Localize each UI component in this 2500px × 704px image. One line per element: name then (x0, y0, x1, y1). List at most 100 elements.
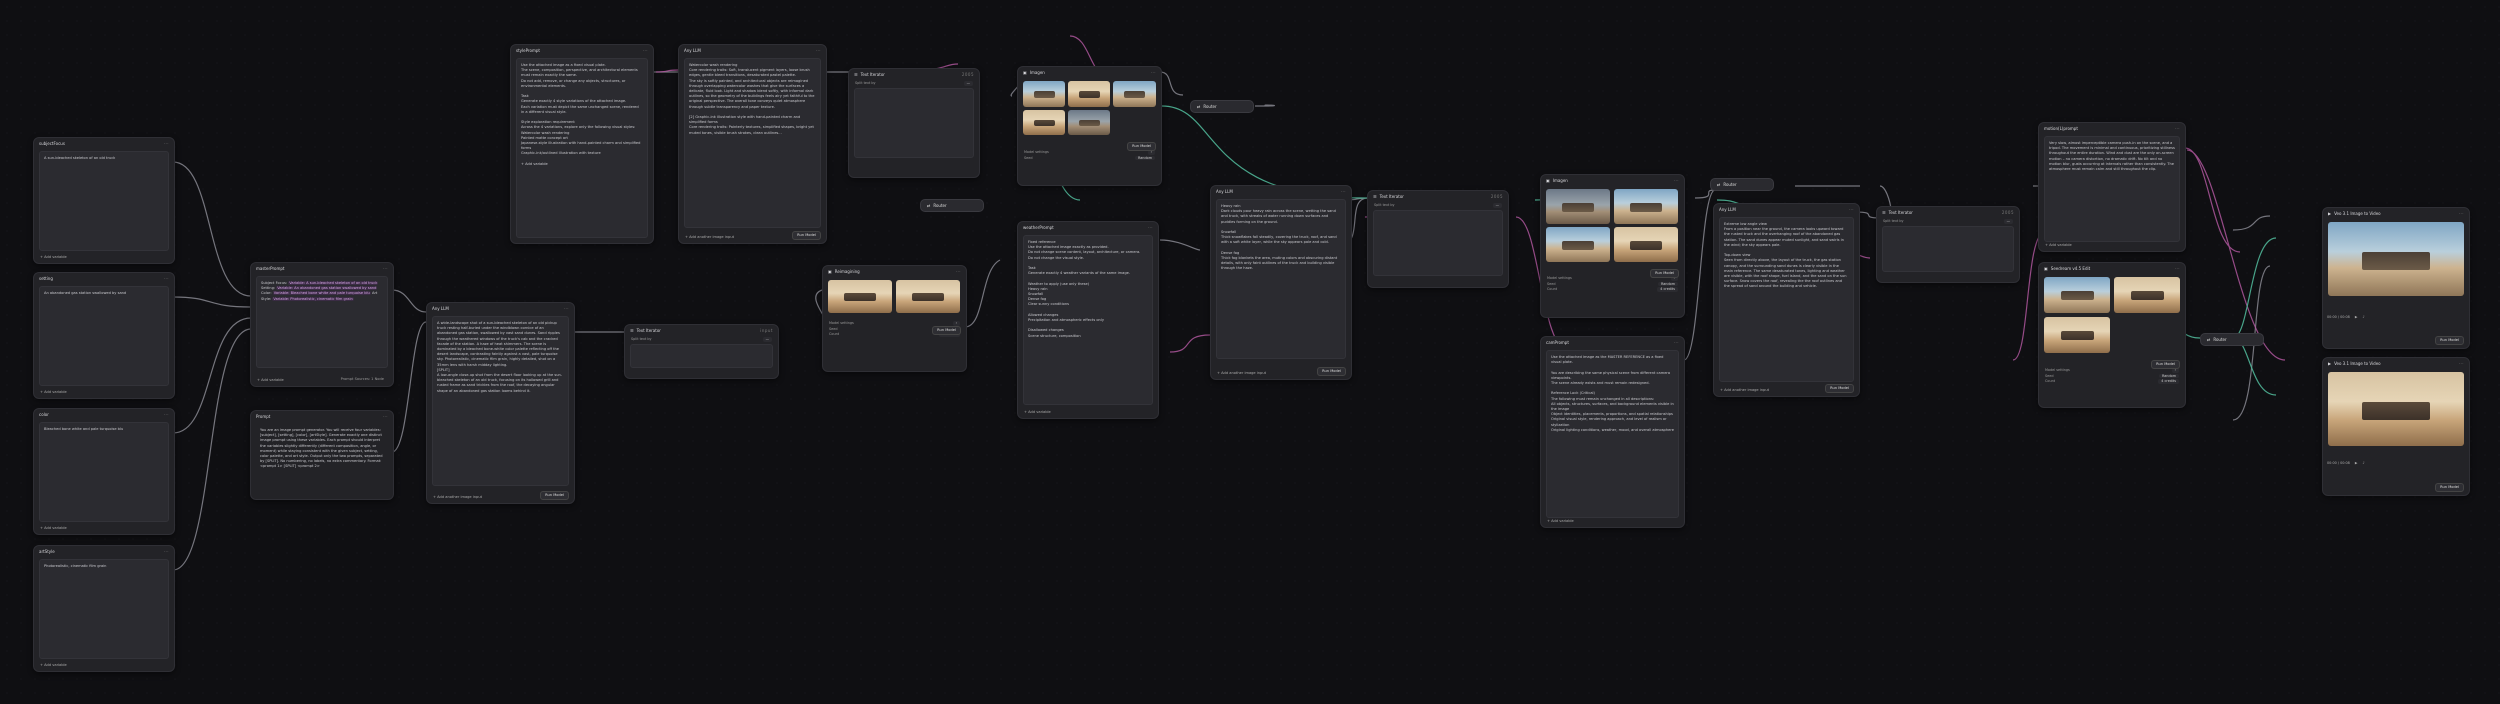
add-image-input-button[interactable]: + Add another image input (1720, 388, 1769, 393)
split-value[interactable]: — (762, 337, 772, 342)
color-text[interactable]: Bleached bone white and pale turquoise b… (39, 422, 169, 522)
add-image-input-button[interactable]: + Add another image input (1217, 371, 1266, 376)
llm-node-3[interactable]: Any LLM ··· Heavy rain Dark clouds pour h… (1210, 185, 1352, 380)
add-variable-button[interactable]: + Add variable (257, 378, 284, 383)
text-iterator-node-2[interactable]: ☰ Text Iterator 2005 Split text by — (848, 68, 980, 178)
add-variable-button[interactable]: + Add variable (2045, 243, 2072, 248)
motion-prompt-text[interactable]: Very slow, almost imperceptible camera p… (2044, 136, 2180, 242)
video-preview[interactable] (2328, 222, 2464, 296)
add-variable-button[interactable]: + Add variable (40, 390, 67, 395)
llm-node-4[interactable]: Any LLM ··· Extreme low angle view From a… (1713, 203, 1860, 397)
subject-focus-text[interactable]: A sun-bleached skeleton of an old truck (39, 151, 169, 251)
more-icon[interactable]: ··· (2175, 266, 2180, 271)
subject-focus-node[interactable]: subjectFocus ··· A sun-bleached skeleton … (33, 137, 175, 264)
text-iterator-node-4[interactable]: ☰ Text Iterator 2005 Split text by — (1876, 206, 2020, 283)
style-prompt-node[interactable]: stylePrompt ··· Use the attached image as… (510, 44, 654, 244)
color-node[interactable]: color ··· Bleached bone white and pale tu… (33, 408, 175, 535)
more-icon[interactable]: ··· (1148, 225, 1153, 230)
more-icon[interactable]: ··· (2175, 126, 2180, 131)
llm-node-2[interactable]: Any LLM ··· Watercolor wash rendering Cor… (678, 44, 827, 244)
imagen-node-1[interactable]: ▣ Imagen ··· Model settings › Seed Random Ru… (1017, 66, 1162, 186)
output-image-2[interactable] (1614, 189, 1678, 224)
router-node-1[interactable]: ⇄ Router (920, 199, 984, 212)
output-image-1[interactable] (1023, 81, 1065, 107)
add-variable-button[interactable]: + Add variable (40, 663, 67, 668)
video-node-2[interactable]: ▶ Veo 3.1 Image to Video ··· 00:00 / 00:08… (2322, 357, 2470, 496)
run-model-button[interactable]: Run Model (932, 326, 961, 335)
split-value[interactable]: — (1492, 203, 1502, 208)
router-node-2[interactable]: ⇄ Router (1190, 100, 1254, 113)
output-image-3[interactable] (1546, 227, 1610, 262)
imagen-node-2[interactable]: ▣ Imagen ··· Model settings › Seed Random Co… (1540, 174, 1685, 318)
more-icon[interactable]: ··· (1674, 178, 1679, 183)
add-variable-button[interactable]: + Add variable (1024, 410, 1051, 415)
seed-value[interactable]: Random (1134, 155, 1155, 161)
output-image-1[interactable] (2044, 277, 2110, 313)
master-prompt-text[interactable]: Subject Focus: Variable: A sun-bleached … (256, 276, 388, 368)
more-icon[interactable]: ··· (383, 266, 388, 271)
prompt-node[interactable]: Prompt ··· You are an image prompt genera… (250, 410, 394, 500)
seed-value[interactable]: Random (2158, 373, 2179, 379)
output-image-1[interactable] (828, 280, 892, 313)
art-style-node[interactable]: artStyle ··· Photorealistic, cinematic fi… (33, 545, 175, 672)
cam-prompt-node[interactable]: camPrompt ··· Use the attached image as t… (1540, 336, 1685, 528)
output-image-2[interactable] (1068, 81, 1110, 107)
more-icon[interactable]: ··· (956, 269, 961, 274)
output-image-3[interactable] (1113, 81, 1156, 107)
text-iterator-node-3[interactable]: ☰ Text Iterator 2005 Split text by — (1367, 190, 1509, 288)
more-icon[interactable]: ··· (564, 306, 569, 311)
weather-prompt-node[interactable]: weatherPrompt ··· Fixed reference Use the… (1017, 221, 1159, 419)
add-image-input-button[interactable]: + Add another image input (685, 235, 734, 240)
video-player-controls[interactable]: 00:00 / 00:08 ▶ ♪ (2327, 315, 2465, 320)
router-node-3[interactable]: ⇄ Router (1710, 178, 1774, 191)
more-icon[interactable]: ··· (1674, 340, 1679, 345)
more-icon[interactable]: ··· (164, 276, 169, 281)
split-value[interactable]: — (2003, 219, 2013, 224)
run-model-button[interactable]: Run Model (1650, 269, 1679, 278)
reimagining-node[interactable]: ▣Reimagining··· Model settings› SeedRand… (822, 265, 967, 372)
master-prompt-node[interactable]: masterPrompt ··· Subject Focus: Variable:… (250, 262, 394, 387)
volume-icon[interactable]: ♪ (2362, 315, 2364, 320)
run-model-button[interactable]: Run Model (792, 231, 821, 240)
add-image-input-button[interactable]: + Add another image input (433, 495, 482, 500)
add-variable-button[interactable]: + Add variable (1547, 519, 1574, 524)
play-icon[interactable]: ▶ (2355, 315, 2358, 320)
run-model-button[interactable]: Run Model (1317, 367, 1346, 376)
run-model-button[interactable]: Run Model (2435, 483, 2464, 492)
text-iterator-node-1[interactable]: ☰ Text Iterator input Split text by — (624, 324, 779, 379)
more-icon[interactable]: ··· (816, 48, 821, 53)
output-image-4[interactable] (1023, 110, 1065, 135)
add-variable-button[interactable]: + Add variable (40, 526, 67, 531)
split-value[interactable]: — (963, 81, 973, 86)
seedream-node[interactable]: ▣ Seedream v4.5 Edit ··· Model settings › S… (2038, 262, 2186, 408)
style-prompt-text[interactable]: Use the attached image as a fixed visual… (516, 58, 648, 238)
more-icon[interactable]: ··· (1849, 207, 1854, 212)
volume-icon[interactable]: ♪ (2362, 461, 2364, 466)
more-icon[interactable]: ··· (164, 412, 169, 417)
video-node-1[interactable]: ▶ Veo 3.1 Image to Video ··· 00:00 / 00:08… (2322, 207, 2470, 349)
run-model-button[interactable]: Run Model (1127, 142, 1156, 151)
setting-text[interactable]: An abandoned gas station swallowed by sa… (39, 286, 169, 386)
run-model-button[interactable]: Run Model (1825, 384, 1854, 393)
more-icon[interactable]: ··· (164, 549, 169, 554)
prompt-text[interactable]: You are an image prompt generator. You w… (256, 424, 388, 496)
play-icon[interactable]: ▶ (2355, 461, 2358, 466)
llm-node-1[interactable]: Any LLM ··· A wide-landscape shot of a su… (426, 302, 575, 504)
add-variable-button[interactable]: + Add variable (40, 255, 67, 260)
output-image-4[interactable] (1614, 227, 1678, 262)
motion-prompt-node[interactable]: motion(L)prompt ··· Very slow, almost imp… (2038, 122, 2186, 252)
more-icon[interactable]: ··· (383, 414, 388, 419)
router-node-4[interactable]: ⇄ Router (2200, 333, 2264, 346)
settings-value[interactable]: › (952, 321, 960, 326)
more-icon[interactable]: ··· (2459, 361, 2464, 366)
run-model-button[interactable]: Run Model (540, 491, 569, 500)
art-style-text[interactable]: Photorealistic, cinematic film grain (39, 559, 169, 659)
run-model-button[interactable]: Run Model (2435, 336, 2464, 345)
sources-dropdown[interactable]: Prompt Sources: 1 Node (337, 376, 388, 383)
run-model-button[interactable]: Run Model (2151, 360, 2180, 369)
video-preview[interactable] (2328, 372, 2464, 446)
output-image-5[interactable] (1068, 110, 1110, 135)
video-player-controls[interactable]: 00:00 / 00:08 ▶ ♪ (2327, 461, 2465, 466)
weather-prompt-text[interactable]: Fixed reference Use the attached image e… (1023, 235, 1153, 405)
more-icon[interactable]: ··· (164, 141, 169, 146)
